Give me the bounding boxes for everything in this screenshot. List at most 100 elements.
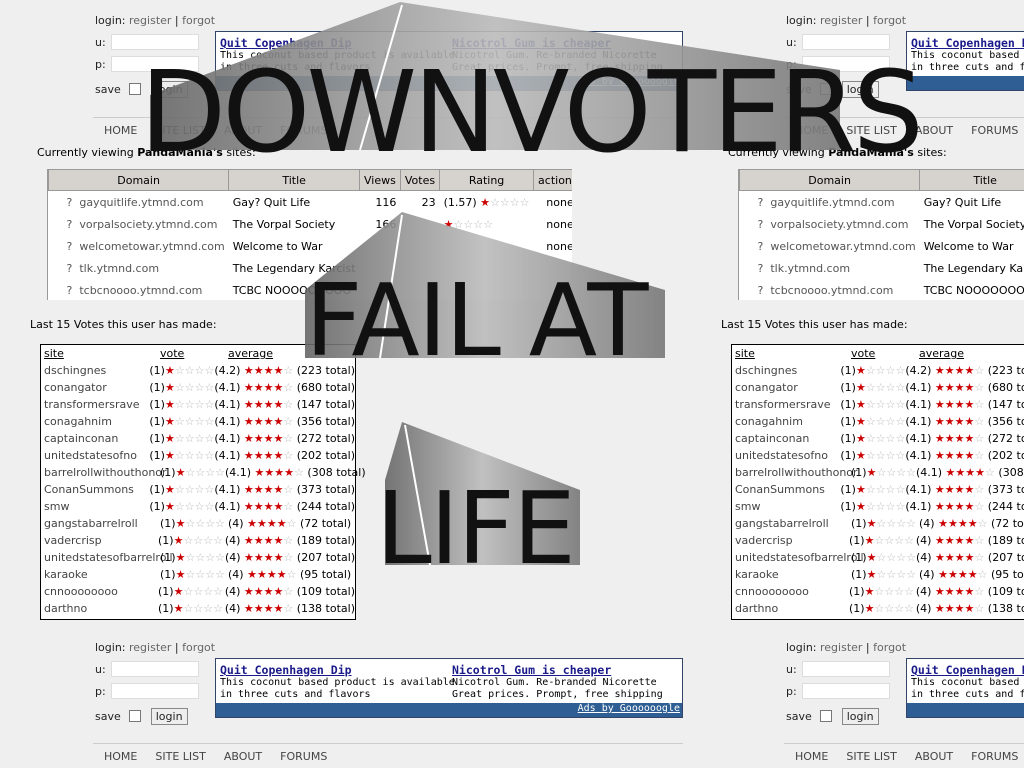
password-input[interactable] xyxy=(111,56,199,72)
ads-by-link[interactable]: Ads by Goooooogle xyxy=(578,76,680,87)
vote-site-link[interactable]: dschingnes xyxy=(41,364,149,377)
save-checkbox[interactable] xyxy=(819,710,832,722)
save-checkbox[interactable] xyxy=(128,710,141,722)
forgot-link[interactable]: forgot xyxy=(182,641,215,654)
vote-site-link[interactable]: dschingnes xyxy=(732,364,840,377)
vote-site-link[interactable]: conagahnim xyxy=(732,415,840,428)
nav-link-forums[interactable]: FORUMS xyxy=(971,750,1018,763)
vote-site-link[interactable]: darthno xyxy=(732,602,849,615)
sort-vote[interactable]: vote xyxy=(160,347,184,360)
vote-site-link[interactable]: karaoke xyxy=(41,568,160,581)
register-link[interactable]: register xyxy=(820,641,862,654)
vote-site-link[interactable]: smw xyxy=(732,500,840,513)
password-input[interactable] xyxy=(111,683,199,699)
ad-title-link[interactable]: Quit Copenhagen Dip xyxy=(220,36,352,50)
vote-site-link[interactable]: cnnoooooooo xyxy=(41,585,158,598)
username-input[interactable] xyxy=(802,661,890,677)
ad-title-link[interactable]: Nicotrol Gum is cheaper xyxy=(452,36,611,50)
domain-cell[interactable]: ? vorpalsociety.ytmnd.com xyxy=(740,213,920,235)
domain-cell[interactable]: ? tlk.ytmnd.com xyxy=(49,257,229,279)
username-input[interactable] xyxy=(802,34,890,50)
nav-link-site-list[interactable]: SITE LIST xyxy=(155,124,205,137)
nav-link-about[interactable]: ABOUT xyxy=(915,124,953,137)
ad-title-link[interactable]: Quit Copenhagen Dip xyxy=(911,663,1024,677)
vote-site-link[interactable]: smw xyxy=(41,500,149,513)
vote-site-link[interactable]: karaoke xyxy=(732,568,851,581)
vote-site-link[interactable]: vadercrisp xyxy=(41,534,158,547)
vote-site-link[interactable]: unitedstatesofbarrelroll xyxy=(732,551,864,564)
vote-site-link[interactable]: vadercrisp xyxy=(732,534,849,547)
vote-site-link[interactable]: conangator xyxy=(732,381,840,394)
forgot-link[interactable]: forgot xyxy=(873,641,906,654)
vote-site-link[interactable]: darthno xyxy=(41,602,158,615)
vote-site-link[interactable]: ConanSummons xyxy=(732,483,840,496)
domain-cell[interactable]: ? welcometowar.ytmnd.com xyxy=(49,235,229,257)
vote-site-link[interactable]: conagahnim xyxy=(41,415,149,428)
vote-site-link[interactable]: gangstabarrelroll xyxy=(41,517,160,530)
username-input[interactable] xyxy=(111,661,199,677)
vote-site-link[interactable]: unitedstatesofno xyxy=(732,449,840,462)
vote-site-link[interactable]: conangator xyxy=(41,381,149,394)
register-link[interactable]: register xyxy=(820,14,862,27)
username-input[interactable] xyxy=(111,34,199,50)
column-header[interactable]: Title xyxy=(228,169,361,191)
column-header[interactable]: Domain xyxy=(48,169,230,191)
login-button[interactable]: login xyxy=(150,80,188,98)
nav-link-site-list[interactable]: SITE LIST xyxy=(846,750,896,763)
vote-site-link[interactable]: cnnoooooooo xyxy=(732,585,849,598)
column-header[interactable]: actions xyxy=(533,169,572,191)
nav-link-home[interactable]: HOME xyxy=(795,124,828,137)
vote-site-link[interactable]: captainconan xyxy=(732,432,840,445)
nav-link-about[interactable]: ABOUT xyxy=(915,750,953,763)
sort-site[interactable]: site xyxy=(735,347,755,360)
vote-site-link[interactable]: barrelrollwithouthonor xyxy=(41,466,167,479)
ad-title-link[interactable]: Nicotrol Gum is cheaper xyxy=(452,663,611,677)
ad-title-link[interactable]: Quit Copenhagen Dip xyxy=(911,36,1024,50)
nav-link-forums[interactable]: FORUMS xyxy=(971,124,1018,137)
domain-cell[interactable]: ? tcbcnoooo.ytmnd.com xyxy=(49,279,229,300)
vote-site-link[interactable]: barrelrollwithouthonor xyxy=(732,466,858,479)
password-input[interactable] xyxy=(802,56,890,72)
nav-link-site-list[interactable]: SITE LIST xyxy=(155,750,205,763)
login-button[interactable]: login xyxy=(150,707,188,725)
nav-link-home[interactable]: HOME xyxy=(104,124,137,137)
domain-cell[interactable]: ? welcometowar.ytmnd.com xyxy=(740,235,920,257)
nav-link-home[interactable]: HOME xyxy=(104,750,137,763)
vote-site-link[interactable]: transformersrave xyxy=(732,398,840,411)
register-link[interactable]: register xyxy=(129,14,171,27)
nav-link-about[interactable]: ABOUT xyxy=(224,750,262,763)
domain-cell[interactable]: ? vorpalsociety.ytmnd.com xyxy=(49,213,229,235)
nav-link-about[interactable]: ABOUT xyxy=(224,124,262,137)
vote-site-link[interactable]: ConanSummons xyxy=(41,483,149,496)
password-input[interactable] xyxy=(802,683,890,699)
save-checkbox[interactable] xyxy=(128,83,141,95)
vote-site-link[interactable]: transformersrave xyxy=(41,398,149,411)
nav-link-forums[interactable]: FORUMS xyxy=(280,750,327,763)
save-checkbox[interactable] xyxy=(819,83,832,95)
nav-link-site-list[interactable]: SITE LIST xyxy=(846,124,896,137)
sort-average[interactable]: average xyxy=(228,347,273,360)
column-header[interactable]: Votes xyxy=(399,169,441,191)
vote-site-link[interactable]: unitedstatesofbarrelroll xyxy=(41,551,173,564)
vote-site-link[interactable]: gangstabarrelroll xyxy=(732,517,851,530)
sort-site[interactable]: site xyxy=(44,347,64,360)
login-button[interactable]: login xyxy=(841,707,879,725)
ads-by-link[interactable]: Ads by Goooooogle xyxy=(578,703,680,714)
column-header[interactable]: Title xyxy=(919,169,1024,191)
domain-cell[interactable]: ? tcbcnoooo.ytmnd.com xyxy=(740,279,920,300)
sort-vote[interactable]: vote xyxy=(851,347,875,360)
forgot-link[interactable]: forgot xyxy=(182,14,215,27)
domain-cell[interactable]: ? tlk.ytmnd.com xyxy=(740,257,920,279)
vote-site-link[interactable]: unitedstatesofno xyxy=(41,449,149,462)
column-header[interactable]: Views xyxy=(359,169,401,191)
domain-cell[interactable]: ? gayquitlife.ytmnd.com xyxy=(740,191,920,214)
vote-site-link[interactable]: captainconan xyxy=(41,432,149,445)
forgot-link[interactable]: forgot xyxy=(873,14,906,27)
nav-link-forums[interactable]: FORUMS xyxy=(280,124,327,137)
login-button[interactable]: login xyxy=(841,80,879,98)
column-header[interactable]: Rating xyxy=(439,169,535,191)
domain-cell[interactable]: ? gayquitlife.ytmnd.com xyxy=(49,191,229,214)
nav-link-home[interactable]: HOME xyxy=(795,750,828,763)
ad-title-link[interactable]: Quit Copenhagen Dip xyxy=(220,663,352,677)
column-header[interactable]: Domain xyxy=(739,169,921,191)
